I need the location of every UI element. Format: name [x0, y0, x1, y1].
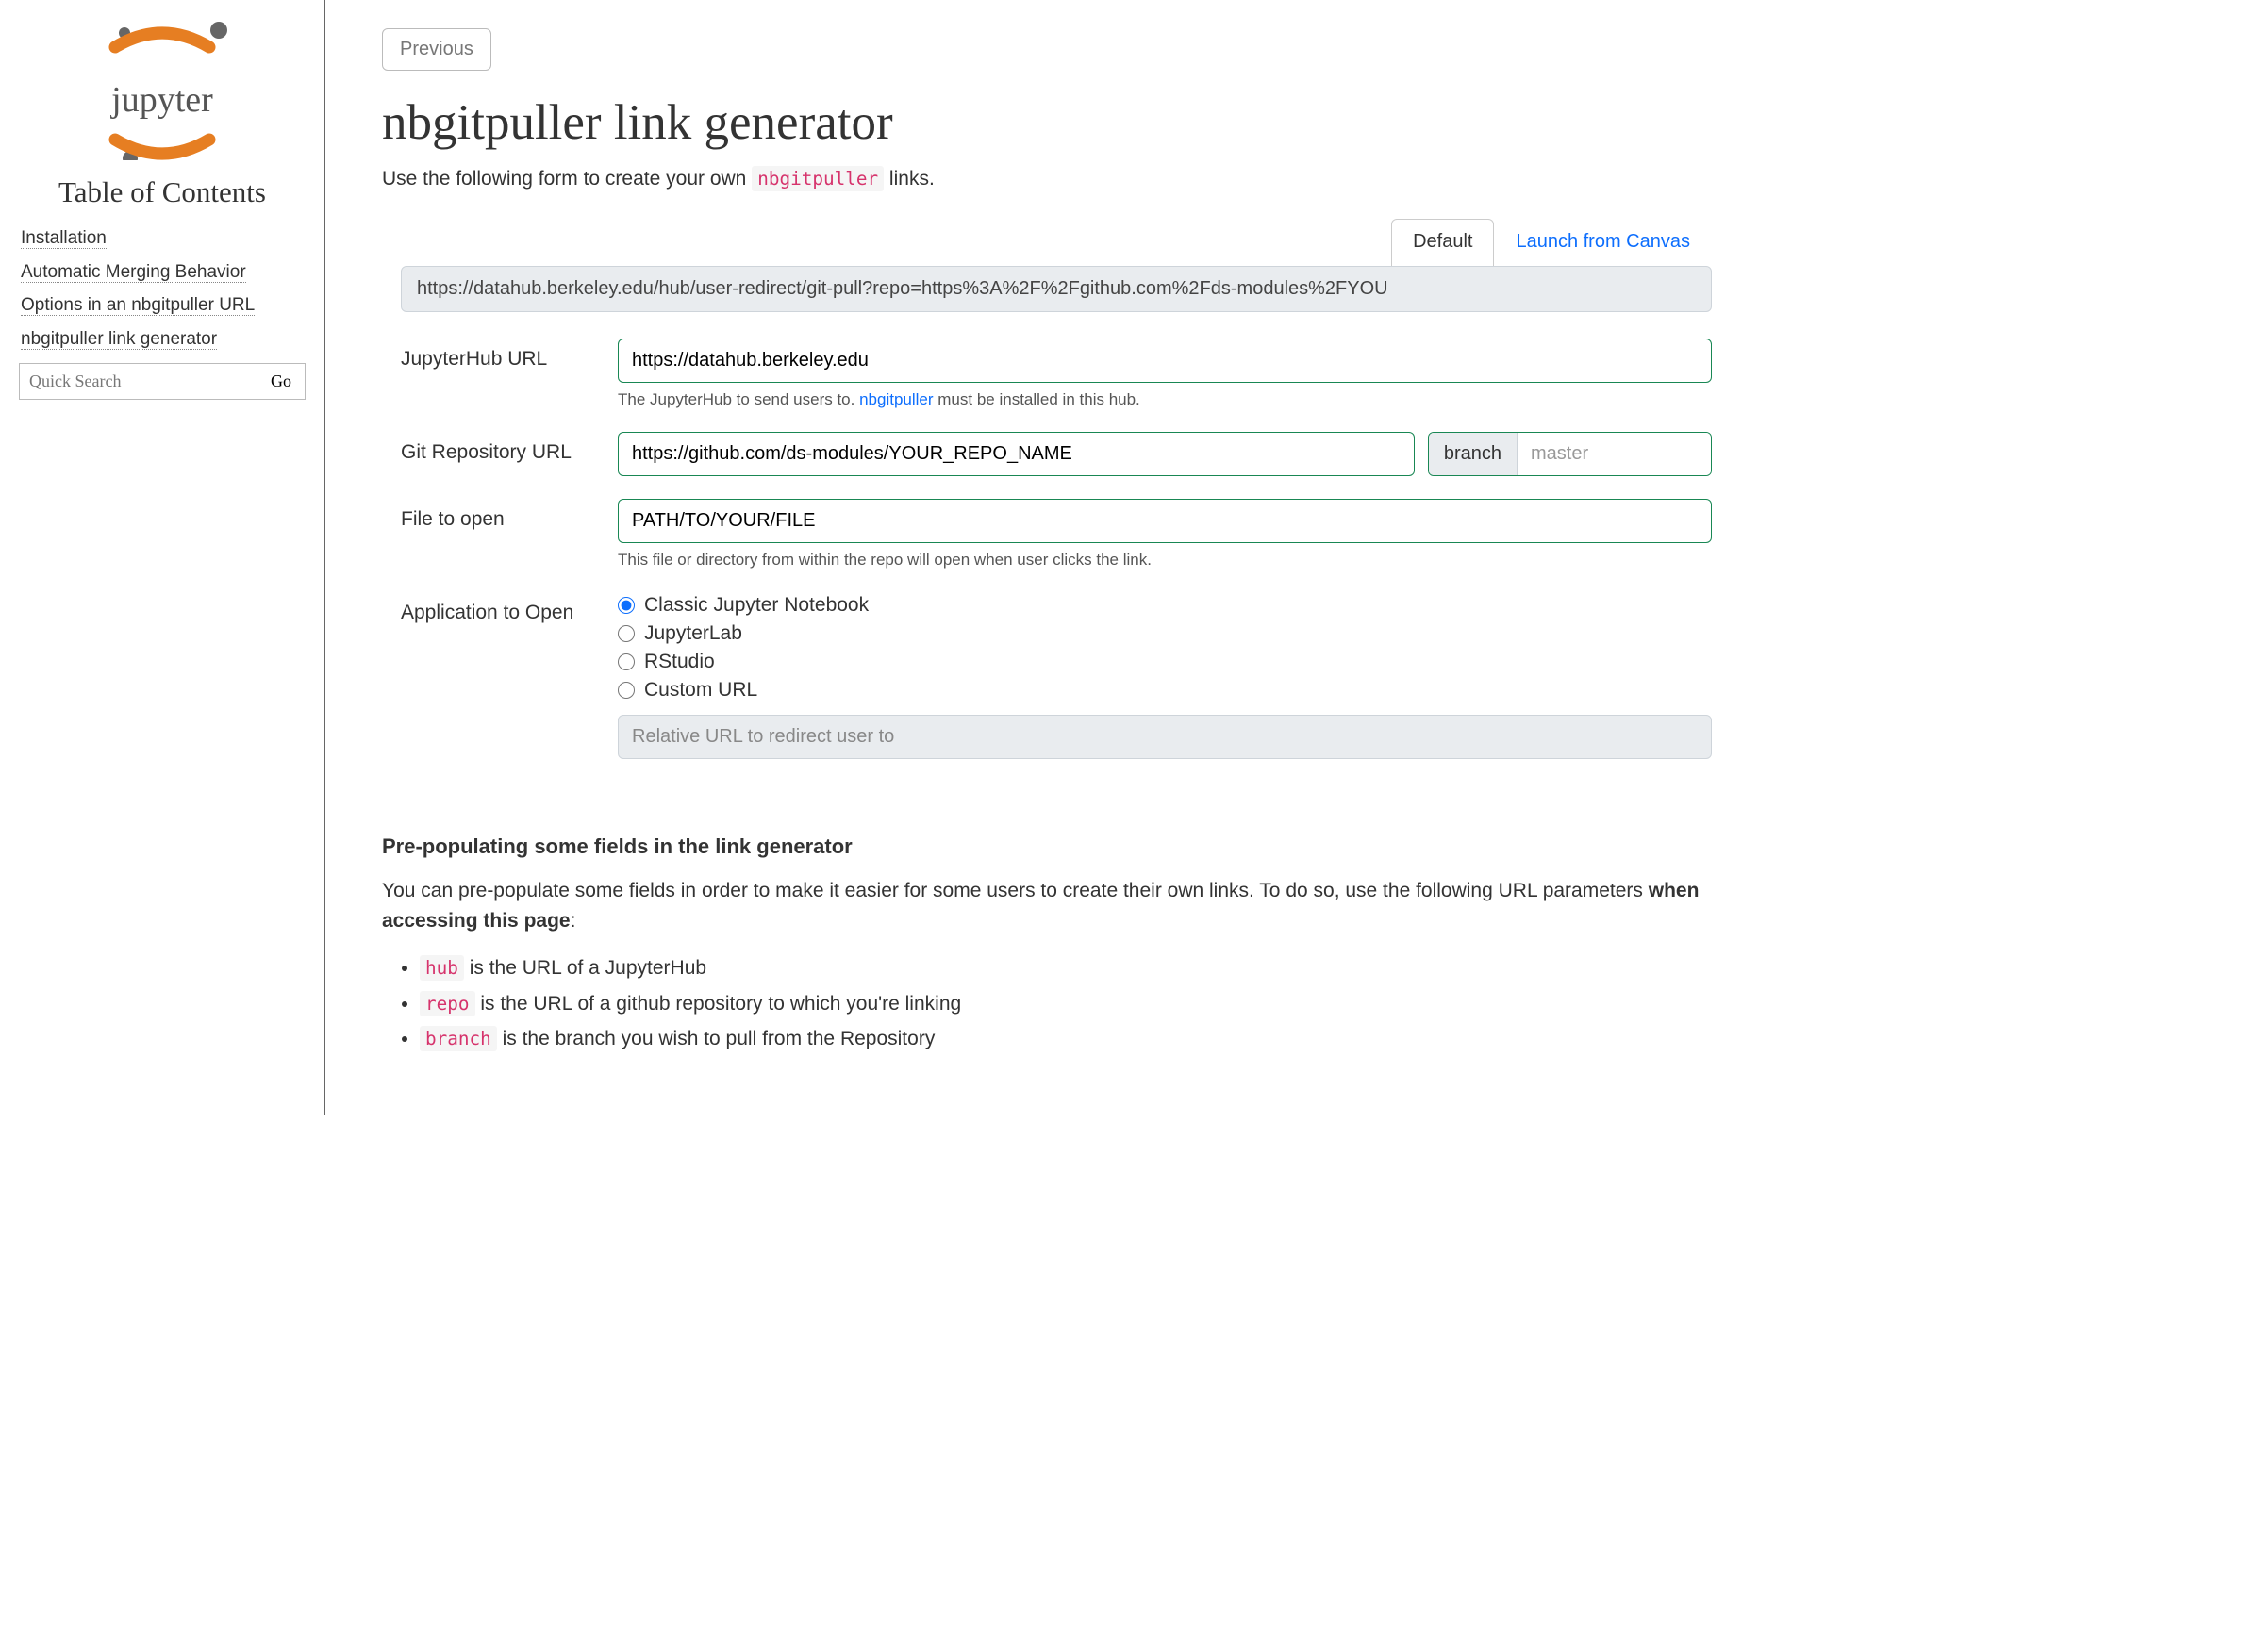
intro-after: links. — [884, 168, 935, 190]
radio-classic[interactable]: Classic Jupyter Notebook — [618, 594, 1712, 617]
search-go-button[interactable]: Go — [257, 364, 305, 399]
toc-link-generator[interactable]: nbgitpuller link generator — [21, 329, 217, 350]
form-row-app: Application to Open Classic Jupyter Note… — [401, 592, 1712, 759]
branch-input[interactable] — [1518, 433, 1711, 475]
code-hub: hub — [420, 955, 464, 981]
radio-jupyterlab-input[interactable] — [618, 625, 635, 642]
search-input[interactable] — [20, 364, 257, 399]
prepop-heading: Pre-populating some fields in the link g… — [382, 834, 1712, 859]
intro-code: nbgitpuller — [752, 166, 884, 191]
form-row-file: File to open This file or directory from… — [401, 499, 1712, 570]
branch-label: branch — [1429, 433, 1518, 475]
sidebar: jupyter Table of Contents Installation A… — [0, 0, 325, 1115]
code-repo: repo — [420, 991, 475, 1016]
tabs: Default Launch from Canvas — [401, 219, 1712, 266]
file-input[interactable] — [618, 499, 1712, 543]
file-label: File to open — [401, 499, 618, 531]
repo-label: Git Repository URL — [401, 432, 618, 464]
hub-label: JupyterHub URL — [401, 339, 618, 371]
svg-text:jupyter: jupyter — [109, 80, 213, 120]
jupyter-logo: jupyter — [9, 14, 315, 175]
form-row-hub: JupyterHub URL The JupyterHub to send us… — [401, 339, 1712, 409]
jupyter-logo-icon: jupyter — [73, 19, 252, 160]
toc-link-merging[interactable]: Automatic Merging Behavior — [21, 262, 246, 283]
main-content: Previous nbgitpuller link generator Use … — [325, 0, 1740, 1115]
radio-custom[interactable]: Custom URL — [618, 679, 1712, 702]
code-branch: branch — [420, 1026, 497, 1051]
previous-button[interactable]: Previous — [382, 28, 491, 71]
branch-group: branch — [1428, 432, 1712, 476]
intro-text: Use the following form to create your ow… — [382, 168, 1712, 190]
file-help-text: This file or directory from within the r… — [618, 551, 1712, 570]
generated-url-output[interactable]: https://datahub.berkeley.edu/hub/user-re… — [401, 266, 1712, 312]
app-radio-list: Classic Jupyter Notebook JupyterLab RStu… — [618, 592, 1712, 759]
radio-classic-label: Classic Jupyter Notebook — [644, 594, 869, 617]
hub-url-input[interactable] — [618, 339, 1712, 383]
toc-link-installation[interactable]: Installation — [21, 228, 107, 249]
radio-rstudio[interactable]: RStudio — [618, 651, 1712, 673]
intro-before: Use the following form to create your ow… — [382, 168, 752, 190]
toc-list: Installation Automatic Merging Behavior … — [9, 226, 315, 352]
nbgitpuller-link[interactable]: nbgitpuller — [859, 390, 933, 408]
search-form: Go — [19, 363, 306, 400]
toc-link-options[interactable]: Options in an nbgitpuller URL — [21, 295, 255, 316]
prepop-list: hub is the URL of a JupyterHub repo is t… — [382, 952, 1712, 1055]
form-panel: Default Launch from Canvas https://datah… — [401, 219, 1712, 759]
toc-heading: Table of Contents — [9, 175, 315, 209]
page-title: nbgitpuller link generator — [382, 94, 1712, 151]
radio-jupyterlab-label: JupyterLab — [644, 622, 742, 645]
custom-url-input — [618, 715, 1712, 759]
radio-custom-input[interactable] — [618, 682, 635, 699]
prepop-text: You can pre-populate some fields in orde… — [382, 876, 1712, 935]
radio-jupyterlab[interactable]: JupyterLab — [618, 622, 1712, 645]
form-row-repo: Git Repository URL branch — [401, 432, 1712, 476]
radio-custom-label: Custom URL — [644, 679, 757, 702]
list-item: hub is the URL of a JupyterHub — [420, 952, 1712, 984]
radio-rstudio-label: RStudio — [644, 651, 715, 673]
hub-help-text: The JupyterHub to send users to. nbgitpu… — [618, 390, 1712, 409]
list-item: branch is the branch you wish to pull fr… — [420, 1023, 1712, 1055]
radio-rstudio-input[interactable] — [618, 653, 635, 670]
tab-default[interactable]: Default — [1391, 219, 1494, 266]
app-label: Application to Open — [401, 592, 618, 624]
tab-launch-canvas[interactable]: Launch from Canvas — [1494, 219, 1712, 266]
repo-url-input[interactable] — [618, 432, 1415, 476]
radio-classic-input[interactable] — [618, 597, 635, 614]
list-item: repo is the URL of a github repository t… — [420, 988, 1712, 1020]
